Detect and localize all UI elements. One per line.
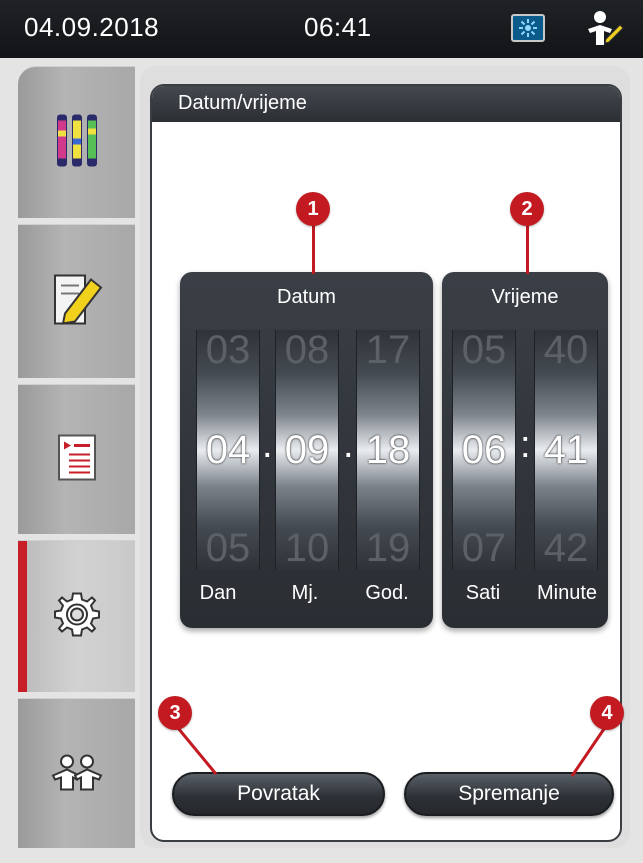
minute-drum[interactable]: 40 41 42 bbox=[534, 328, 598, 571]
day-value: 04 bbox=[205, 428, 251, 472]
time-separator: : bbox=[520, 424, 531, 466]
year-value: 18 bbox=[365, 428, 411, 472]
callout-4: 4 bbox=[590, 696, 624, 730]
hour-drum[interactable]: 05 06 07 bbox=[452, 328, 516, 571]
network-icon bbox=[511, 14, 545, 42]
callout-1: 1 bbox=[296, 192, 330, 226]
callout-2: 2 bbox=[510, 192, 544, 226]
sidebar-item-settings[interactable] bbox=[18, 540, 135, 692]
day-label: Dan bbox=[199, 582, 237, 604]
gear-icon bbox=[52, 589, 102, 644]
time-picker-title: Vrijeme bbox=[491, 286, 559, 308]
year-prev[interactable]: 17 bbox=[357, 328, 419, 373]
status-date: 04.09.2018 bbox=[24, 12, 160, 42]
date-picker: Datum 03 04 05 . 08 09 10 . 17 18 19 Dan… bbox=[180, 272, 433, 628]
pencil-note-icon bbox=[51, 269, 103, 334]
status-time: 06:41 bbox=[304, 12, 372, 42]
month-value: 09 bbox=[284, 428, 330, 472]
callout-3: 3 bbox=[158, 696, 192, 730]
date-separator: . bbox=[262, 424, 273, 466]
sidebar-item-edit[interactable] bbox=[18, 224, 135, 378]
minute-label: Minute bbox=[536, 582, 598, 604]
date-picker-title: Datum bbox=[277, 286, 336, 308]
callout-line-1 bbox=[312, 222, 315, 274]
month-drum[interactable]: 08 09 10 bbox=[275, 328, 339, 571]
panel-title: Datum/vrijeme bbox=[152, 86, 620, 122]
hour-next[interactable]: 07 bbox=[453, 526, 515, 571]
list-document-icon bbox=[57, 433, 97, 486]
date-separator: . bbox=[343, 424, 354, 466]
month-prev[interactable]: 08 bbox=[276, 328, 338, 373]
user-switch-icon bbox=[49, 751, 105, 796]
time-picker: Vrijeme 05 06 07 : 40 41 42 Sati Minute bbox=[442, 272, 608, 628]
minute-prev[interactable]: 40 bbox=[535, 328, 597, 373]
year-drum[interactable]: 17 18 19 bbox=[356, 328, 420, 571]
callout-line-2 bbox=[526, 222, 529, 274]
minute-value: 41 bbox=[543, 428, 589, 472]
status-bar: 04.09.2018 06:41 bbox=[0, 0, 643, 58]
year-label: God. bbox=[365, 582, 409, 604]
year-next[interactable]: 19 bbox=[357, 526, 419, 571]
minute-next[interactable]: 42 bbox=[535, 526, 597, 571]
day-next[interactable]: 05 bbox=[197, 526, 259, 571]
day-drum[interactable]: 03 04 05 bbox=[196, 328, 260, 571]
reagent-bottles-icon bbox=[53, 110, 101, 175]
hour-label: Sati bbox=[465, 582, 501, 604]
user-icon[interactable] bbox=[582, 9, 624, 49]
hour-prev[interactable]: 05 bbox=[453, 328, 515, 373]
sidebar-item-reagents[interactable] bbox=[18, 66, 135, 218]
hour-value: 06 bbox=[461, 428, 507, 472]
sidebar-item-user[interactable] bbox=[18, 698, 135, 848]
month-next[interactable]: 10 bbox=[276, 526, 338, 571]
sidebar-item-protocols[interactable] bbox=[18, 384, 135, 534]
day-prev[interactable]: 03 bbox=[197, 328, 259, 373]
month-label: Mj. bbox=[291, 582, 319, 604]
